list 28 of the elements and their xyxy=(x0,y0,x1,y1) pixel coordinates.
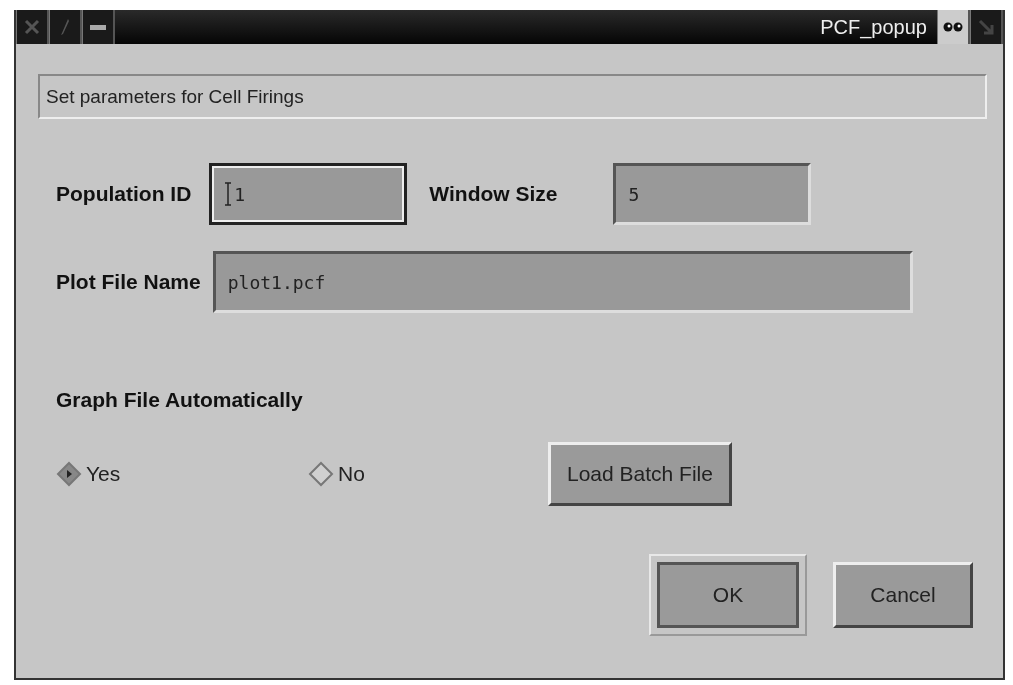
radio-option[interactable]: Yes xyxy=(56,461,308,487)
close-button[interactable] xyxy=(16,10,49,44)
section-label: Graph File Automatically xyxy=(56,388,303,412)
field-value: 5 xyxy=(628,183,640,205)
field-label: Window Size xyxy=(429,182,558,206)
eyes-button[interactable] xyxy=(937,10,970,44)
edit-button[interactable] xyxy=(49,10,82,44)
text-field[interactable]: 5 xyxy=(613,163,812,225)
text-field[interactable]: plot1.pcf xyxy=(212,251,913,313)
pen-icon xyxy=(59,18,71,36)
eyes-icon xyxy=(943,22,963,32)
dialog-button[interactable]: Cancel xyxy=(833,562,973,628)
corner-arrow-icon xyxy=(978,19,994,35)
text-field[interactable]: 1 xyxy=(209,163,408,225)
minimize-icon xyxy=(90,24,106,30)
field-value: 1 xyxy=(234,183,246,205)
close-icon xyxy=(24,19,40,35)
field-label: Population ID xyxy=(56,182,192,206)
dialog-button[interactable]: OK xyxy=(649,554,807,636)
field-label: Plot File Name xyxy=(56,270,201,294)
field-value: plot1.pcf xyxy=(227,271,326,293)
minimize-button[interactable] xyxy=(82,10,115,44)
message-field: Set parameters for Cell Firings xyxy=(38,74,987,119)
radio-option[interactable]: No xyxy=(308,461,548,487)
load-batch-file-button[interactable]: Load Batch File xyxy=(548,442,732,506)
resize-button[interactable] xyxy=(970,10,1003,44)
text-cursor-icon xyxy=(224,181,233,207)
window-title: PCF_popup xyxy=(819,14,928,41)
